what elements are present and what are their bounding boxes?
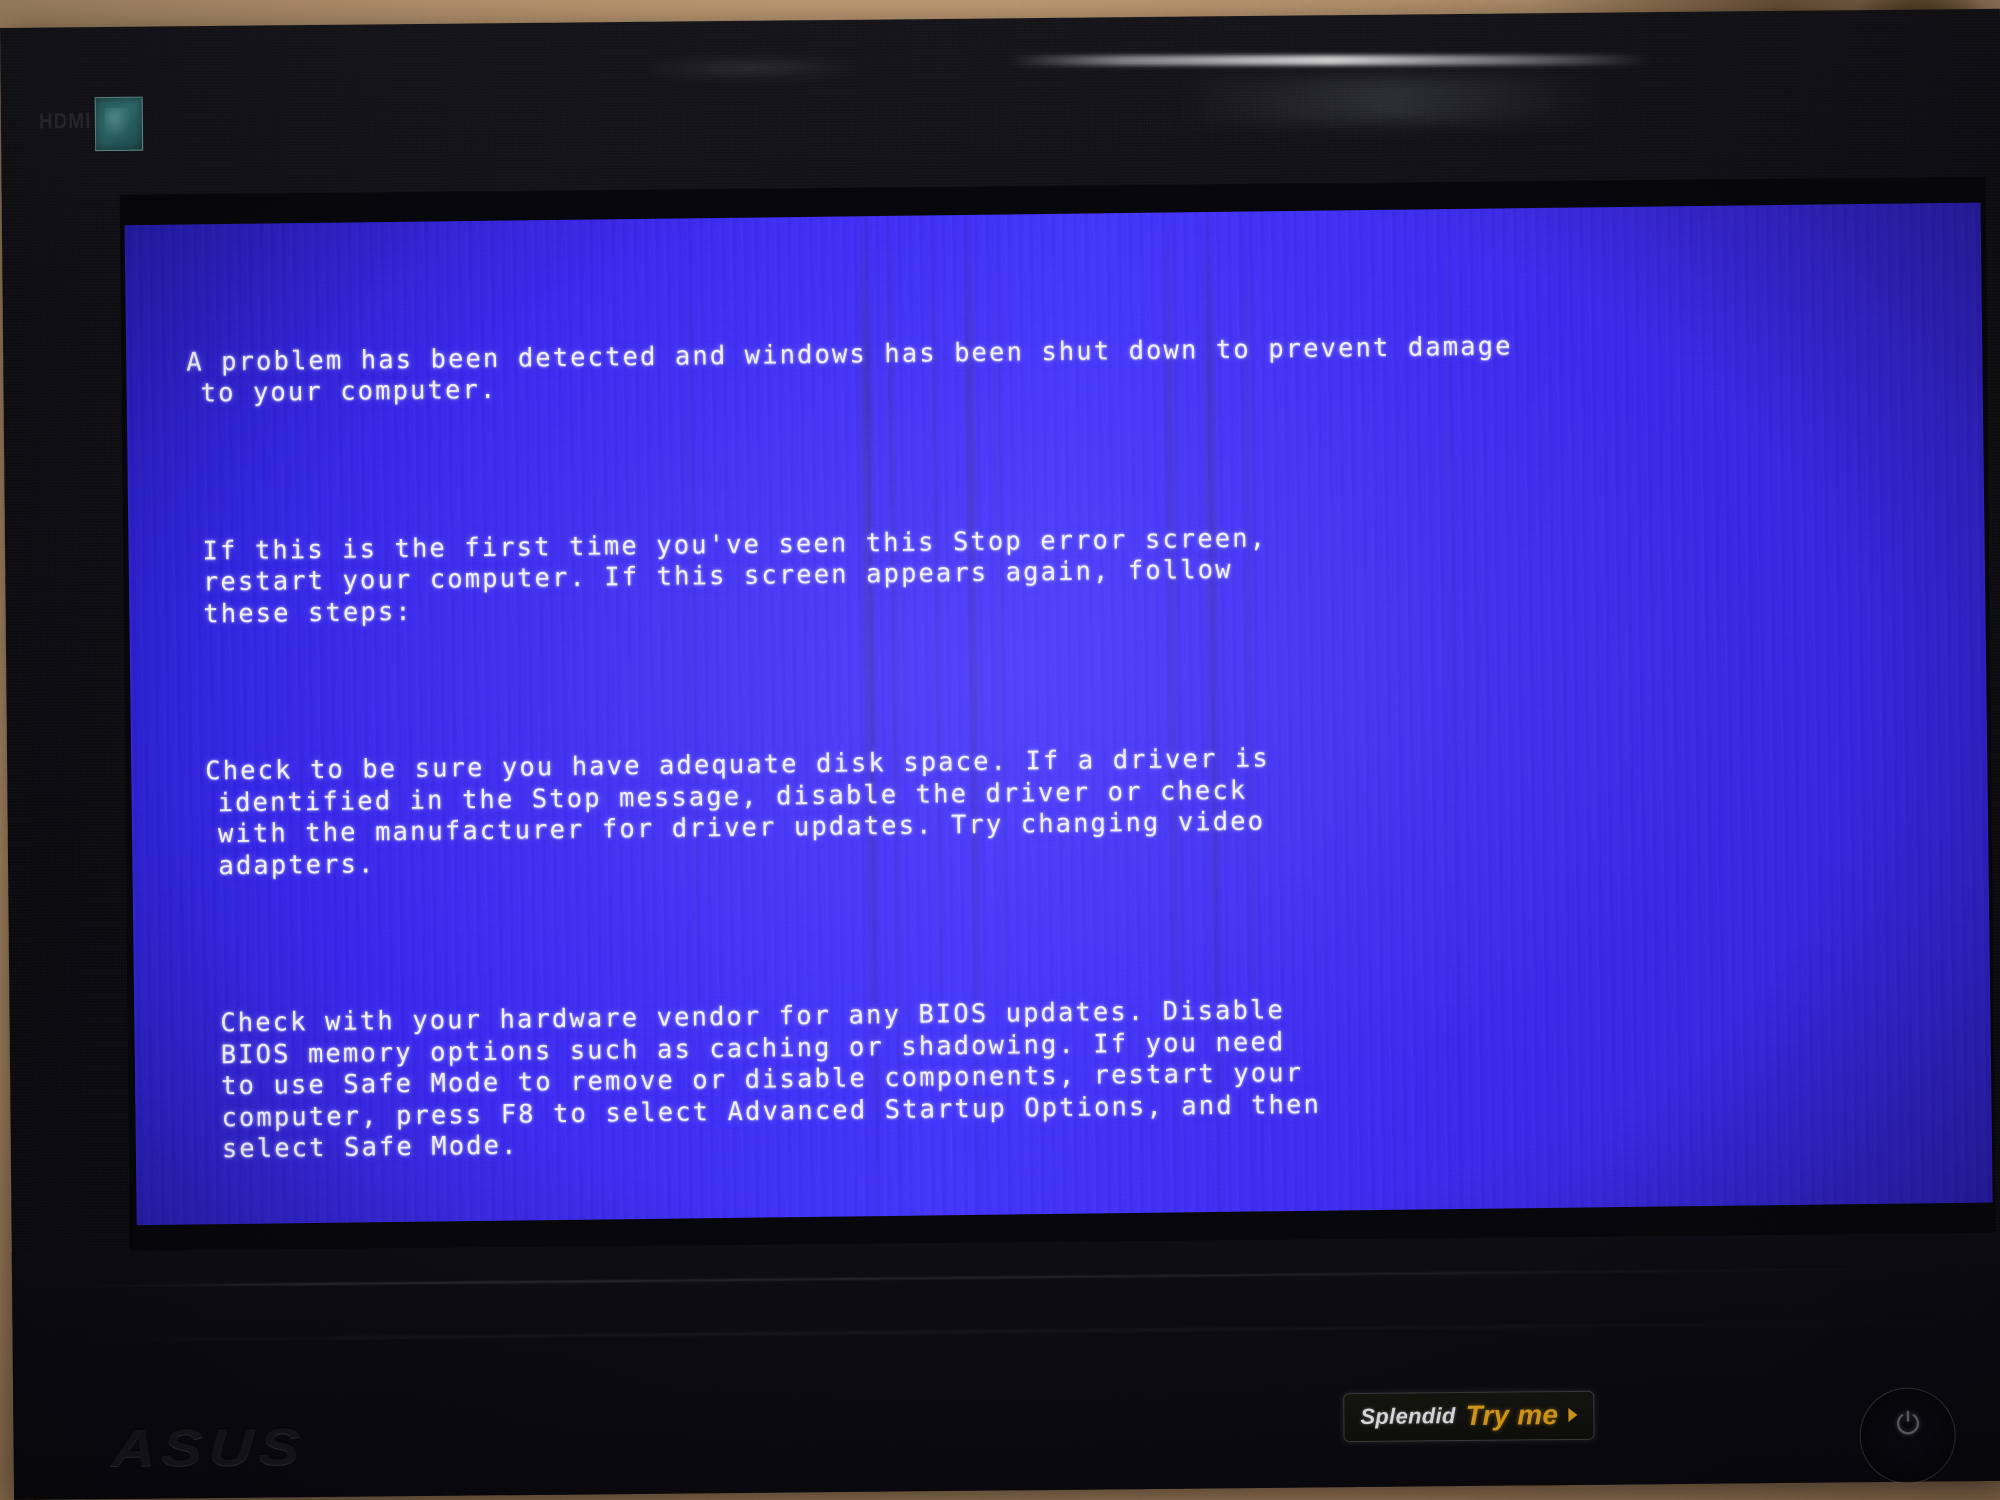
hdmi-port-group: HDMI <box>39 88 200 160</box>
hdmi-sticker <box>94 96 144 152</box>
bezel-reflection <box>640 55 861 80</box>
bsod-paragraph-first-time: If this is the first time you've seen th… <box>188 514 1985 630</box>
bezel-specular-bloom <box>1180 74 1601 125</box>
blue-screen-of-death: A problem has been detected and windows … <box>124 202 1993 1226</box>
power-button[interactable]: ⏻ <box>1859 1387 1957 1485</box>
bsod-paragraph-intro: A problem has been detected and windows … <box>186 325 1983 410</box>
bsod-paragraph-disk-space: Check to be sure you have adequate disk … <box>191 735 1988 883</box>
asus-brand-logo: ASUS <box>110 1418 308 1479</box>
power-icon: ⏻ <box>1895 1406 1921 1442</box>
splendid-label: Splendid <box>1360 1403 1456 1430</box>
try-me-label: Try me <box>1465 1399 1559 1431</box>
arrow-right-icon <box>1568 1407 1578 1423</box>
monitor-screen: A problem has been detected and windows … <box>119 176 1996 1251</box>
bsod-paragraph-bios: Check with your hardware vendor for any … <box>194 987 1992 1166</box>
asus-monitor: HDMI A problem has been detected and win… <box>0 8 2000 1500</box>
splendid-try-me-badge[interactable]: Splendid Try me <box>1343 1390 1595 1443</box>
monitor-bottom-bezel <box>11 1232 2000 1500</box>
bsod-text-body: A problem has been detected and windows … <box>125 203 1993 1226</box>
bezel-specular-highlight <box>1010 54 1651 66</box>
hdmi-port-label: HDMI <box>38 109 92 135</box>
